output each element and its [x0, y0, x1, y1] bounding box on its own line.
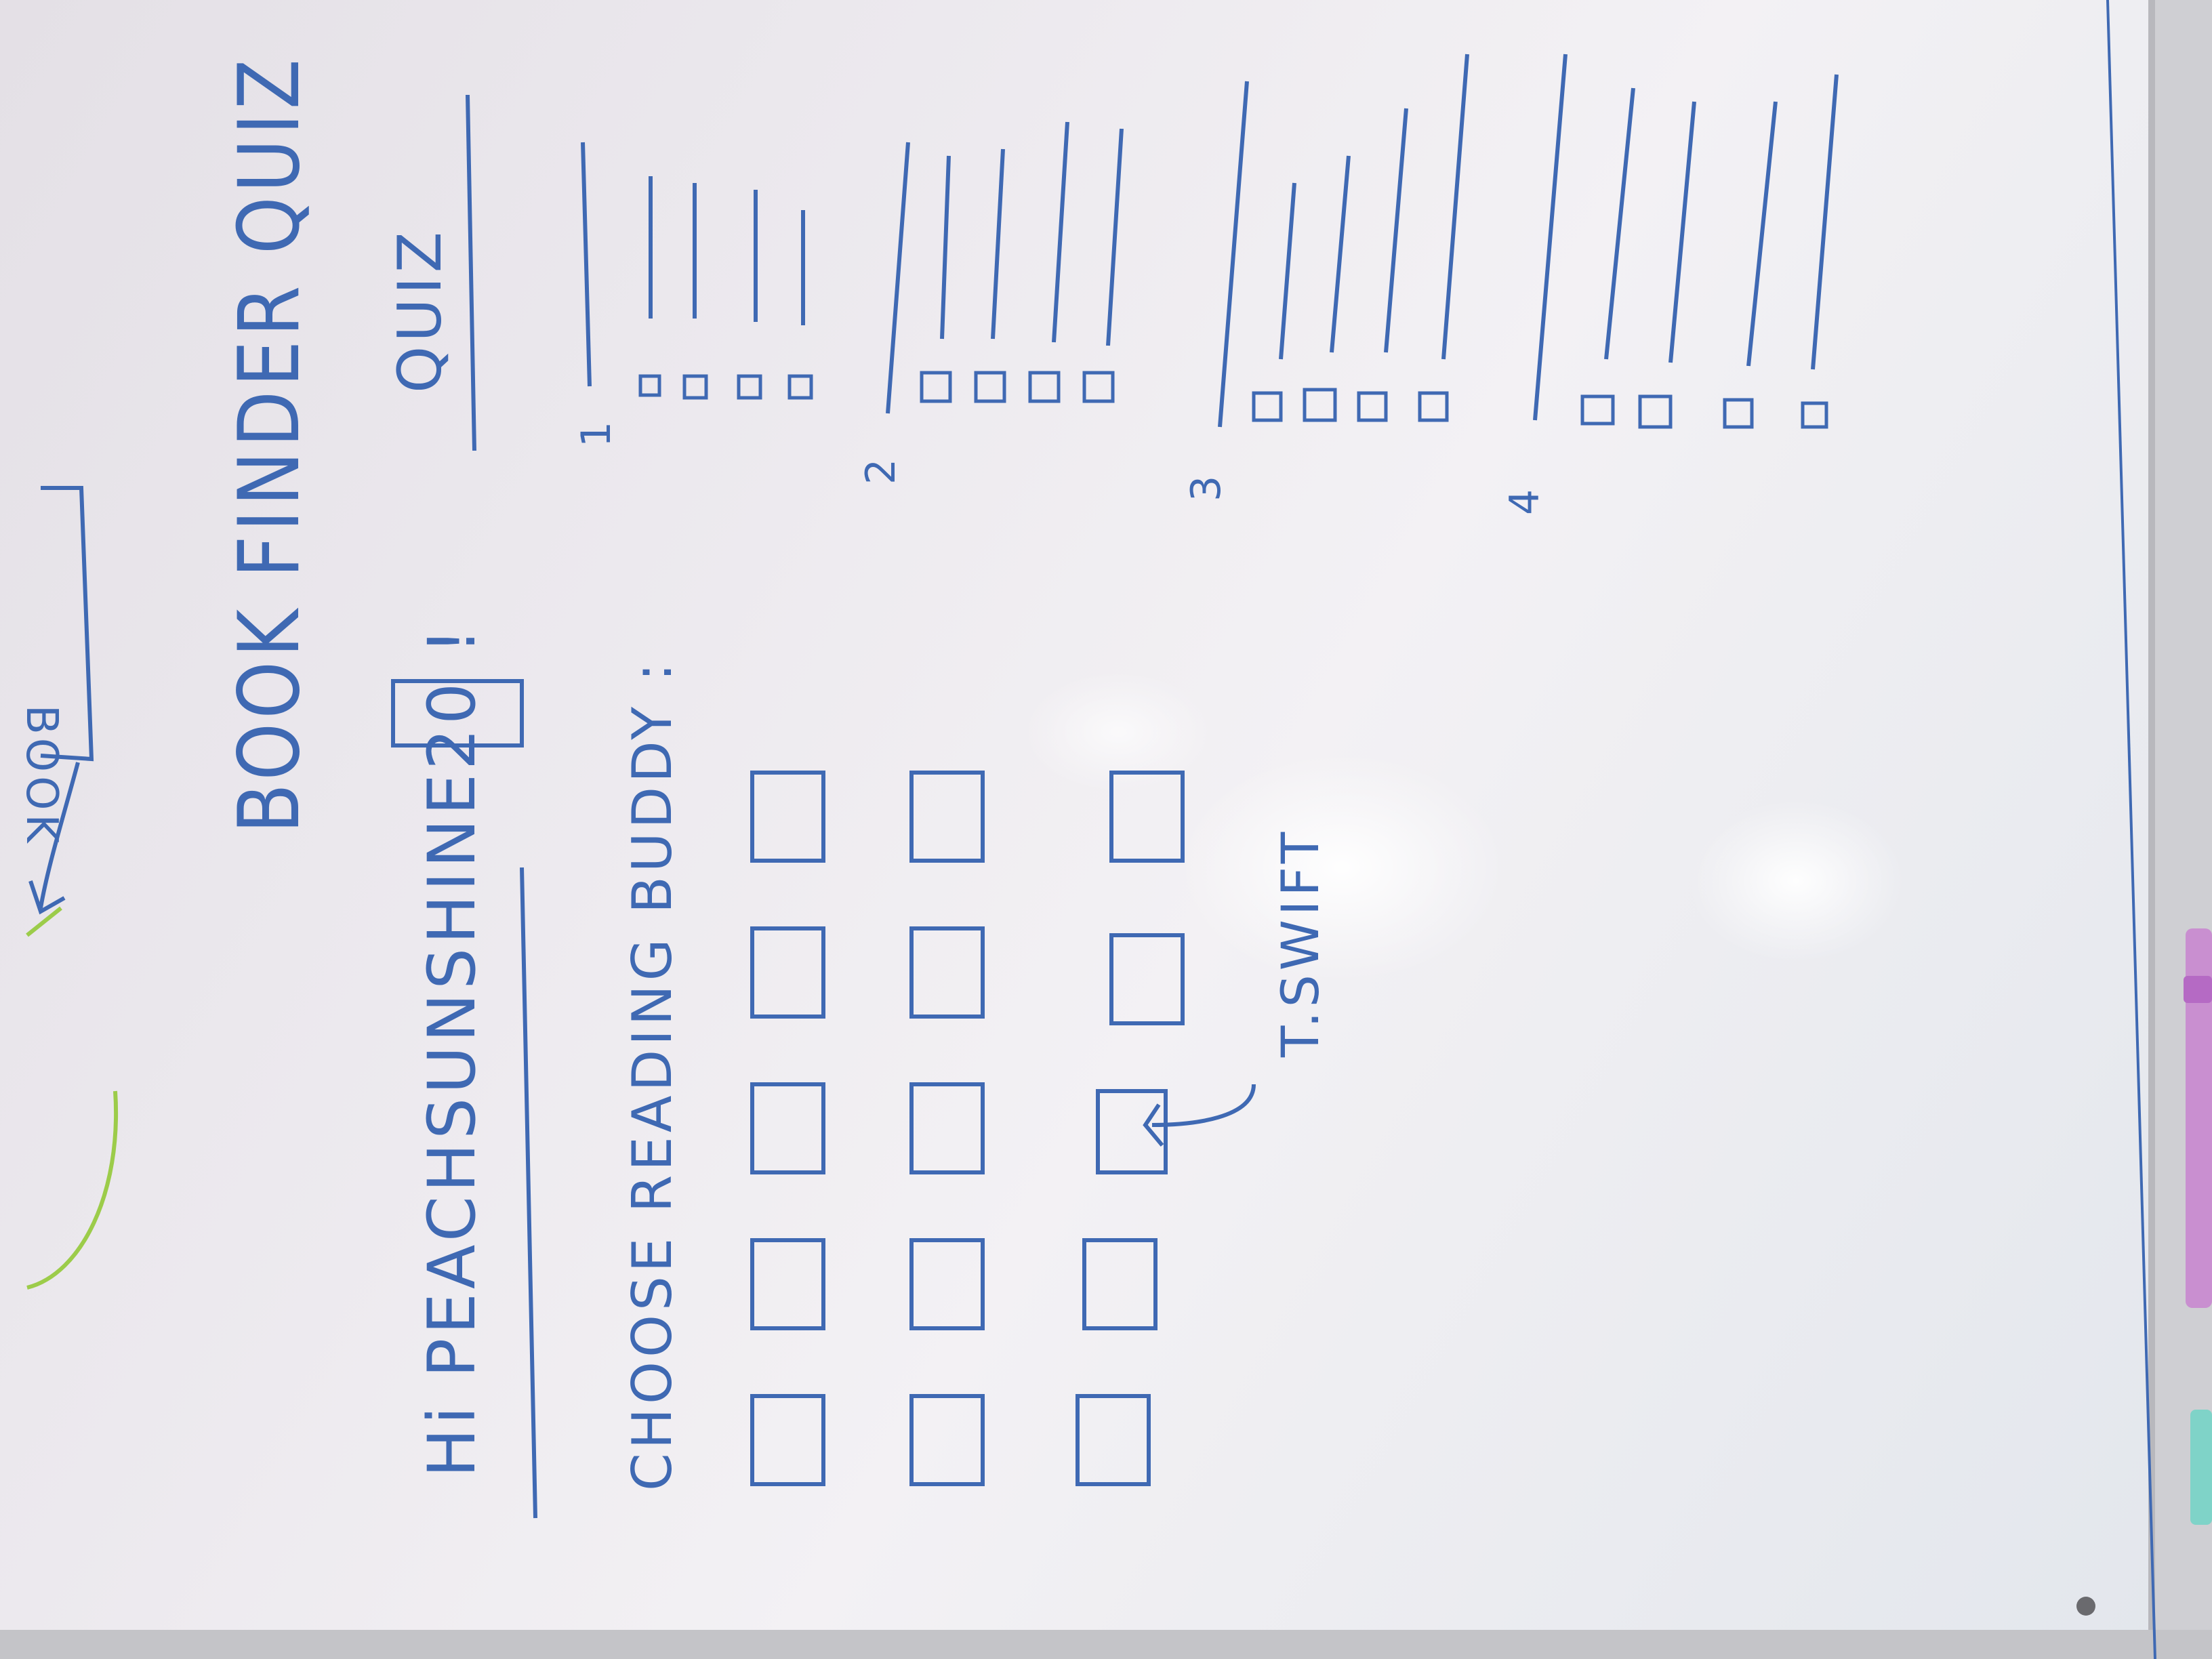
buddy-option[interactable]: [750, 926, 825, 1019]
answer-checkbox[interactable]: [638, 374, 661, 397]
green-scribble: [26, 906, 62, 937]
buddy-option[interactable]: [909, 1082, 985, 1174]
buddy-grid: [750, 771, 1185, 1486]
buddy-option[interactable]: [1109, 933, 1185, 1025]
question-number: 3: [1183, 472, 1230, 501]
buddy-option[interactable]: [750, 1238, 825, 1330]
glare-spot: [1687, 800, 1904, 962]
frame-screw: [2076, 1597, 2095, 1616]
answer-checkbox[interactable]: [682, 374, 708, 400]
quiz-title-divider: [466, 94, 476, 451]
answer-line: [1384, 108, 1408, 353]
buddy-option[interactable]: [1076, 1394, 1151, 1486]
answer-line: [1746, 101, 1778, 367]
answer-checkbox[interactable]: [1638, 394, 1673, 429]
answer-line: [1106, 128, 1124, 346]
answer-line: [1668, 101, 1696, 363]
buddy-option[interactable]: [750, 1394, 825, 1486]
buddy-option-selected[interactable]: [1096, 1089, 1168, 1174]
green-scribble: [26, 1090, 118, 1290]
answer-checkbox[interactable]: [1801, 401, 1828, 429]
choose-buddy-prompt: CHOOSE READING BUDDY :: [621, 659, 684, 1491]
answer-checkbox[interactable]: [974, 371, 1006, 403]
answer-line: [1330, 155, 1351, 353]
question-divider: [1533, 54, 1568, 421]
question-number: 2: [857, 455, 905, 485]
buddy-note: T.SWIFT: [1270, 828, 1330, 1058]
greeting: Hi PEACHSUNSHINE20 !: [414, 624, 490, 1477]
whiteboard: BOOK BOOK FINDER QUIZ Hi PEACHSUNSHINE20…: [0, 0, 2212, 1659]
answer-checkbox[interactable]: [1028, 371, 1061, 403]
answer-checkbox[interactable]: [920, 371, 952, 403]
marker-pink-cap: [2184, 976, 2212, 1003]
buddy-option[interactable]: [1082, 1238, 1158, 1330]
answer-line: [1052, 121, 1069, 343]
panel-border: [2106, 0, 2156, 1659]
answer-checkbox[interactable]: [1418, 391, 1449, 422]
question-divider: [886, 142, 910, 414]
question-divider: [1218, 81, 1249, 428]
question-divider: [581, 142, 592, 387]
board-frame-bottom: [0, 1630, 2212, 1659]
page-title: BOOK FINDER QUIZ: [221, 55, 319, 834]
buddy-option[interactable]: [909, 1394, 985, 1486]
marker-teal: [2190, 1410, 2212, 1525]
answer-line: [1811, 74, 1839, 370]
answer-line: [991, 148, 1005, 340]
divider: [520, 867, 537, 1519]
answer-line: [1441, 54, 1469, 360]
answer-checkbox[interactable]: [787, 374, 813, 400]
answer-checkbox[interactable]: [1357, 391, 1388, 422]
buddy-option[interactable]: [909, 1238, 985, 1330]
buddy-option[interactable]: [750, 1082, 825, 1174]
question-number: 1: [573, 417, 620, 447]
buddy-option[interactable]: [909, 926, 985, 1019]
quiz-title: QUIZ: [385, 228, 455, 393]
buddy-option[interactable]: [909, 771, 985, 863]
question-number: 4: [1501, 485, 1549, 515]
answer-checkbox[interactable]: [1082, 371, 1115, 403]
answer-line: [940, 155, 951, 340]
answer-checkbox[interactable]: [1252, 391, 1283, 422]
buddy-option[interactable]: [750, 771, 825, 863]
answer-checkbox[interactable]: [1303, 388, 1337, 422]
answer-line: [1604, 87, 1635, 360]
answer-checkbox[interactable]: [1580, 394, 1615, 426]
answer-checkbox[interactable]: [737, 374, 762, 400]
answer-checkbox[interactable]: [1723, 398, 1754, 429]
answer-line: [1279, 182, 1296, 360]
glare-spot: [1179, 752, 1504, 983]
